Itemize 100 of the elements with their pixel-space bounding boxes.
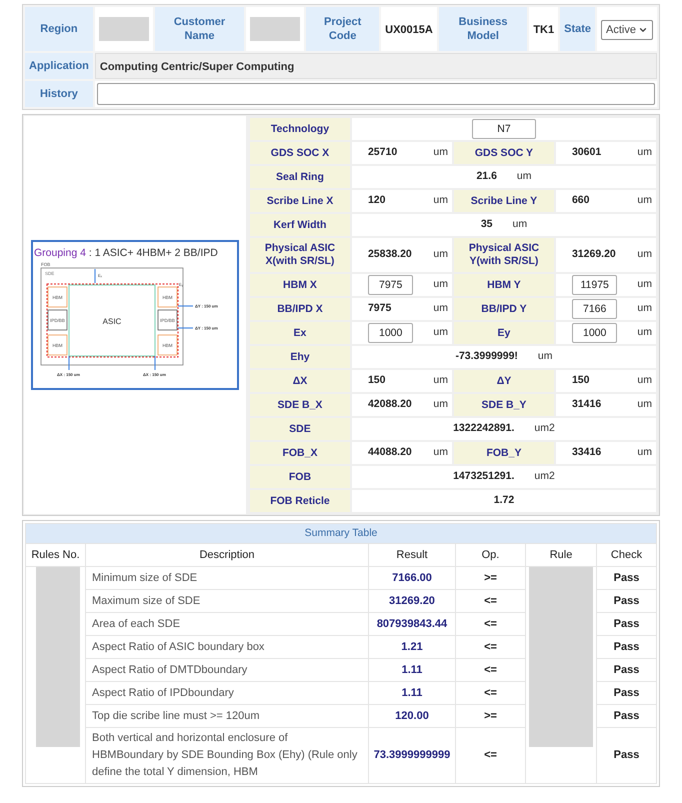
- value-text: 25710: [368, 145, 398, 160]
- parameter-label: FOB Reticle: [270, 494, 330, 506]
- unit-label: um: [636, 247, 652, 262]
- description-cell: Minimum size of SDE: [92, 572, 198, 584]
- parameter-label: SDE: [289, 422, 311, 434]
- value-text: 44088.20: [368, 445, 412, 460]
- field-value: TK1: [533, 24, 554, 36]
- check-cell: Pass: [614, 640, 640, 653]
- unit-label: um: [636, 373, 652, 388]
- value-text: 30601: [572, 145, 602, 160]
- parameter-label: SDE B_Y: [482, 398, 526, 410]
- column-header: Rule: [550, 548, 572, 561]
- unit-label: um: [432, 325, 448, 340]
- operator-cell: <=: [484, 749, 497, 762]
- application-value: Computing Centric/Super Computing: [100, 61, 294, 73]
- operator-cell: <=: [484, 618, 497, 630]
- unit-label: um: [636, 145, 652, 160]
- parameter-label: Seal Ring: [276, 170, 324, 182]
- check-cell: Pass: [614, 664, 640, 676]
- parameter-label: BB/IPD Y: [481, 302, 527, 314]
- value-text: 25838.20: [368, 247, 412, 262]
- value-text: 31269.20: [572, 247, 616, 262]
- value-text: 150: [368, 373, 386, 388]
- description-cell: Aspect Ratio of DMTDboundary: [92, 664, 248, 676]
- redacted-block: [250, 17, 300, 41]
- unit-label: um: [636, 445, 652, 460]
- value-field[interactable]: N7: [472, 119, 536, 139]
- result-cell: 7166.00: [392, 572, 432, 584]
- parameter-label: HBM X: [283, 278, 317, 290]
- operator-cell: <=: [484, 640, 497, 653]
- value-text: 35: [480, 217, 493, 232]
- history-field[interactable]: [96, 83, 655, 105]
- result-cell: 1.11: [402, 686, 422, 699]
- parameter-label: FOB_Y: [486, 446, 522, 458]
- parameter-label: Technology: [270, 122, 330, 134]
- unit-label: um2: [533, 421, 555, 436]
- unit-label: um: [432, 193, 448, 208]
- operator-cell: <=: [484, 664, 497, 676]
- value-text: -73.3999999!: [455, 349, 518, 364]
- value-field[interactable]: 7975: [368, 275, 414, 295]
- redacted-block: [98, 17, 149, 41]
- unit-label: um: [636, 301, 652, 316]
- value-text: 150: [572, 373, 590, 388]
- field-label: Customer Name: [174, 16, 226, 42]
- value-text: 660: [572, 193, 590, 208]
- unit-label: um: [432, 373, 448, 388]
- parameter-label: ΔY: [496, 374, 512, 386]
- parameter-label: GDS SOC Y: [474, 146, 534, 158]
- field-label: State: [564, 23, 592, 35]
- unit-label: um: [432, 277, 448, 292]
- unit-label: um: [636, 325, 652, 340]
- unit-label: um: [636, 397, 652, 412]
- value-text: 7975: [368, 301, 392, 316]
- operator-cell: >=: [484, 710, 497, 722]
- column-header: Rules No.: [31, 548, 80, 561]
- value-text: 42088.20: [368, 397, 412, 412]
- value-text: 1322242891.: [453, 421, 514, 436]
- column-header: Result: [396, 548, 428, 561]
- field-label: Application: [29, 60, 89, 72]
- description-cell: Area of each SDE: [92, 618, 180, 630]
- field-label: Business Model: [458, 16, 508, 42]
- description-cell: Both vertical and horizontal enclosure of HBMBoundary by SDE Bounding Box (Ehy) (Rule only define the total Y dimension, HBM: [92, 732, 358, 778]
- value-text: 1.72: [494, 493, 514, 508]
- value-field[interactable]: 1000: [368, 323, 414, 343]
- parameter-label: HBM Y: [487, 278, 521, 290]
- unit-label: um: [432, 145, 448, 160]
- parameter-label: SDE B_X: [278, 398, 322, 410]
- operator-cell: <=: [484, 594, 497, 607]
- parameter-label: ΔX: [292, 374, 308, 386]
- state-select[interactable]: Active: [601, 20, 653, 40]
- parameter-label: Scribe Line X: [266, 194, 334, 206]
- unit-label: um: [516, 169, 532, 184]
- unit-label: um: [432, 247, 448, 262]
- value-field[interactable]: 11975: [572, 275, 618, 295]
- result-cell: 73.3999999999: [374, 749, 450, 762]
- parameter-label: Physical ASIC Y(with SR/SL): [468, 242, 540, 267]
- parameter-label: Physical ASIC X(with SR/SL): [264, 242, 336, 267]
- result-cell: 120.00: [395, 710, 429, 722]
- parameter-label: GDS SOC X: [270, 146, 330, 158]
- check-cell: Pass: [614, 618, 640, 630]
- description-cell: Aspect Ratio of ASIC boundary box: [92, 640, 264, 652]
- operator-cell: >=: [484, 572, 497, 584]
- value-text: 33416: [572, 445, 602, 460]
- check-cell: Pass: [614, 572, 640, 584]
- unit-label: um: [432, 301, 448, 316]
- result-cell: 1.21: [401, 640, 423, 653]
- field-value: UX0015A: [385, 24, 433, 36]
- column-header: Check: [610, 548, 642, 561]
- parameter-label: FOB: [288, 470, 312, 482]
- description-cell: Maximum size of SDE: [92, 594, 200, 606]
- parameter-label: FOB_X: [282, 446, 318, 458]
- asic-drawing: ASIC: [68, 284, 156, 356]
- column-header: Description: [199, 548, 255, 561]
- parameter-label: Kerf Width: [273, 218, 326, 230]
- value-field[interactable]: 1000: [572, 323, 618, 343]
- unit-label: um: [432, 445, 448, 460]
- result-cell: 1.11: [402, 664, 422, 676]
- parameter-label: Scribe Line Y: [470, 194, 538, 206]
- diagram-title: Grouping 4 : 1 ASIC+ 4HBM+ 2 BB/IPD: [34, 247, 218, 259]
- value-field[interactable]: 7166: [572, 299, 618, 319]
